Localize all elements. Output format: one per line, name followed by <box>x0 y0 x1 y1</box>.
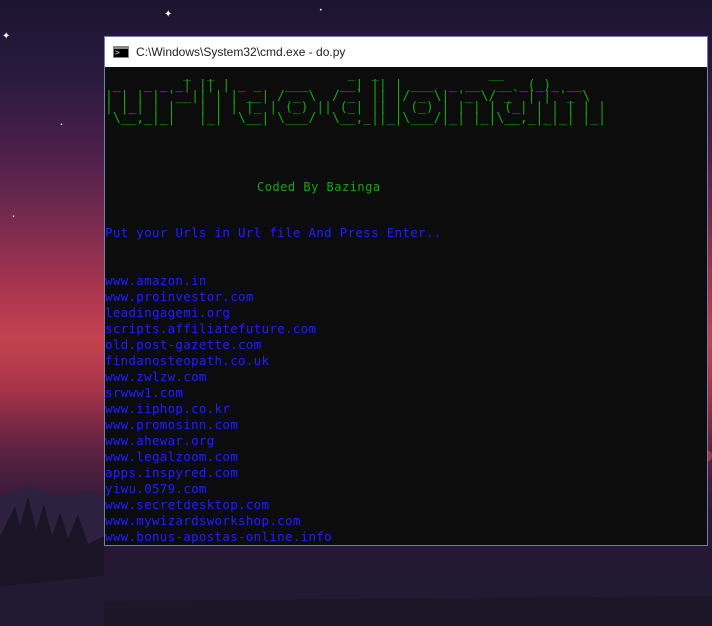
url-list: www.amazon.in www.proinvestor.com leadinga… <box>105 273 332 545</box>
url-item: www.secretdesktop.com <box>105 497 270 512</box>
url-item: www.zwlzw.com <box>105 369 207 384</box>
prompt-text: Put your Urls in Url file And Press Ente… <box>105 225 442 240</box>
star-icon: ✦ <box>2 31 11 42</box>
console-output[interactable]: _ _ _ _ __ _ _ _ _| || | _ _ ___ __| || … <box>105 67 707 545</box>
url-item: www.proinvestor.com <box>105 289 254 304</box>
url-item: apps.inspyred.com <box>105 465 239 480</box>
url-item: yiwu.0579.com <box>105 481 207 496</box>
url-item: www.mywizardsworkshop.com <box>105 513 301 528</box>
url-item: www.promosinn.com <box>105 417 239 432</box>
window-title: C:\Windows\System32\cmd.exe - do.py <box>136 45 346 59</box>
coded-by-text: Coded By Bazinga <box>257 180 381 194</box>
url-item: srwww1.com <box>105 385 184 400</box>
star-icon: • <box>60 122 63 128</box>
url-item: old.post-gazette.com <box>105 337 262 352</box>
url-item: www.iiphop.co.kr <box>105 401 231 416</box>
url-item: www.ahewar.org <box>105 433 215 448</box>
url-item: findanosteopath.co.uk <box>105 353 270 368</box>
cmd-window[interactable]: C:\Windows\System32\cmd.exe - do.py _ _ … <box>104 36 708 546</box>
star-icon: • <box>12 214 15 220</box>
star-icon: • <box>319 7 323 14</box>
banner-line: \__,_|_| |_| \__| \___/ \__,_||_|\___/|_… <box>112 111 606 126</box>
ascii-banner: _ _ _ _ __ _ _ _ _| || | _ _ ___ __| || … <box>105 68 606 126</box>
url-item: www.bonus-apostas-online.info <box>105 529 332 544</box>
cmd-icon <box>113 46 129 58</box>
url-item: leadingagemi.org <box>105 305 231 320</box>
url-item: www.legalzoom.com <box>105 449 239 464</box>
star-icon: ✦ <box>164 9 173 20</box>
window-titlebar[interactable]: C:\Windows\System32\cmd.exe - do.py <box>105 37 707 67</box>
url-item: scripts.affiliatefuture.com <box>105 321 317 336</box>
url-item: www.amazon.in <box>105 273 207 288</box>
desktop-background: ✦ • ✦ • • C:\Windows\System32\cmd.exe - … <box>0 0 712 626</box>
